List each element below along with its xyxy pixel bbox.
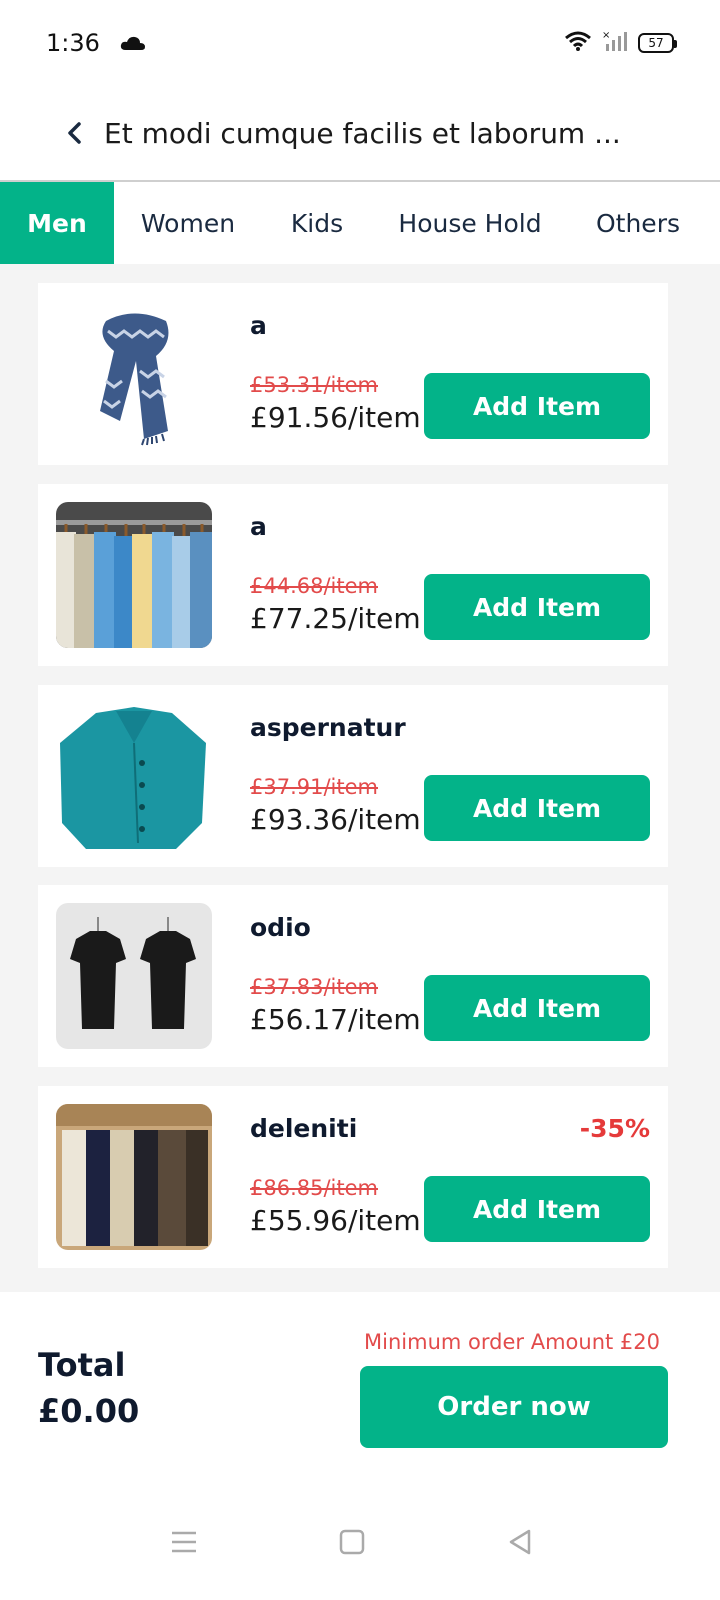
original-price: £44.68/item (250, 574, 378, 598)
tab-label: Others (595, 208, 680, 238)
back-arrow-icon[interactable] (66, 118, 92, 148)
signal-icon: × (602, 30, 628, 56)
clock: 1:36 (46, 29, 100, 57)
current-price: £56.17/item (250, 1003, 421, 1036)
discount-badge: -35% (579, 1114, 650, 1143)
product-image-scarf (56, 301, 212, 447)
tab-others[interactable]: Others (568, 182, 708, 264)
product-name: aspernatur (250, 713, 406, 742)
current-price: £55.96/item (250, 1204, 421, 1237)
add-item-button[interactable]: Add Item (424, 574, 650, 640)
original-price: £37.91/item (250, 775, 378, 799)
page-title: Et modi cumque facilis et laborum ... (104, 116, 621, 150)
tab-label: Men (27, 208, 87, 238)
tab-label: House Hold (398, 208, 542, 238)
back-triangle-icon[interactable] (490, 1512, 550, 1572)
status-bar: 1:36 × 57 (0, 0, 720, 86)
original-price: £53.31/item (250, 373, 378, 397)
add-item-button[interactable]: Add Item (424, 1176, 650, 1242)
original-price: £37.83/item (250, 975, 378, 999)
product-name: a (250, 512, 267, 541)
tab-men[interactable]: Men (0, 182, 114, 264)
tab-label: Kids (290, 208, 344, 238)
total-value: £0.00 (38, 1392, 140, 1430)
original-price: £86.85/item (250, 1176, 378, 1200)
tab-label: Women (140, 208, 236, 238)
total-label: Total (38, 1346, 126, 1384)
product-image-shirts-rack (56, 502, 212, 648)
product-name: a (250, 311, 267, 340)
product-card: deleniti -35% £86.85/item £55.96/item Ad… (38, 1086, 668, 1268)
current-price: £91.56/item (250, 401, 421, 434)
product-name: odio (250, 913, 311, 942)
tab-women[interactable]: Women (114, 182, 262, 264)
product-name: deleniti (250, 1114, 358, 1143)
current-price: £77.25/item (250, 602, 421, 635)
home-square-icon[interactable] (322, 1512, 382, 1572)
add-item-button[interactable]: Add Item (424, 775, 650, 841)
category-tabs: Men Women Kids House Hold Others (0, 182, 720, 264)
tab-house-hold[interactable]: House Hold (372, 182, 568, 264)
product-card: a £53.31/item £91.56/item Add Item (38, 283, 668, 465)
order-now-button[interactable]: Order now (360, 1366, 668, 1448)
add-item-button[interactable]: Add Item (424, 373, 650, 439)
product-card: odio £37.83/item £56.17/item Add Item (38, 885, 668, 1067)
status-right: × 57 (564, 30, 677, 56)
wifi-icon (564, 30, 592, 56)
product-image-trousers (56, 1104, 212, 1250)
product-card: aspernatur £37.91/item £93.36/item Add I… (38, 685, 668, 867)
current-price: £93.36/item (250, 803, 421, 836)
order-footer: Total £0.00 Minimum order Amount £20 Ord… (0, 1292, 720, 1482)
minimum-order-notice: Minimum order Amount £20 (364, 1330, 660, 1354)
product-image-teal-jacket (56, 703, 212, 849)
app-header: Et modi cumque facilis et laborum ... (0, 86, 720, 182)
menu-icon[interactable] (154, 1512, 214, 1572)
battery-icon: 57 (638, 33, 677, 53)
system-nav-bar (0, 1482, 720, 1600)
product-card: a £44.68/item £77.25/item Add Item (38, 484, 668, 666)
svg-text:×: × (602, 30, 610, 41)
product-image-black-tshirts (56, 903, 212, 1049)
tab-kids[interactable]: Kids (262, 182, 372, 264)
add-item-button[interactable]: Add Item (424, 975, 650, 1041)
cloud-icon (120, 35, 146, 51)
status-left: 1:36 (46, 29, 146, 57)
product-list: a £53.31/item £91.56/item Add Item a £44… (0, 264, 720, 1292)
